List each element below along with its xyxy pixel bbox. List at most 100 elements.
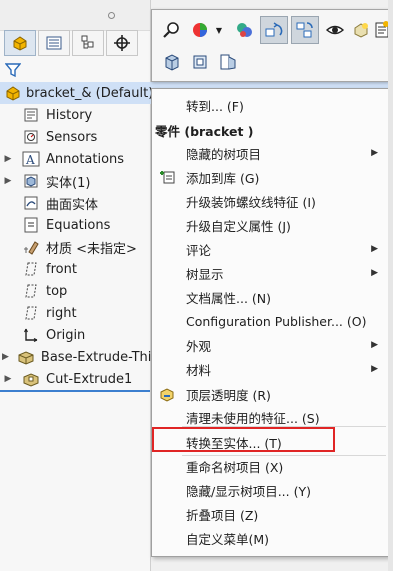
rollback-button[interactable] [260,16,288,44]
part-icon [6,86,20,101]
menu-item-label: Configuration Publisher... (O) [186,313,367,329]
tree-item[interactable]: Origin [0,324,150,346]
tree-item[interactable]: front [0,258,150,280]
tree-item[interactable]: ▶ Cut-Extrude1 [0,368,150,390]
menu-item[interactable]: 外观 ▶ [152,333,388,357]
tree-item[interactable]: right [0,302,150,324]
menu-item[interactable]: 升级装饰螺纹线特征 (I) [152,189,388,213]
tree-item-label: Sensors [46,129,98,145]
menu-item[interactable]: 自定义菜单(M) [152,526,388,550]
section-view-icon [193,55,207,69]
menu-item-label: 自定义菜单(M) [186,531,270,547]
solid-block-icon [165,54,179,71]
submenu-arrow-icon: ▶ [371,340,378,350]
transparency-icon [354,23,368,38]
tree-item[interactable]: ▶ 实体(1) [0,170,150,192]
menu-item-label: 添加到库 (G) [186,170,260,186]
flatten-tree-button[interactable] [291,16,319,44]
tab-configuration-manager[interactable] [72,30,104,56]
menu-item-label: 折叠项目 (Z) [186,507,259,523]
menu-item[interactable]: 隐藏的树项目 ▶ [152,141,388,165]
configuration-icon [81,35,94,49]
plane-icon [22,283,40,299]
dropdown-arrow-icon: ▼ [215,25,223,35]
tree-item-label: History [46,107,93,123]
top-level-transparency-icon [158,386,176,402]
expand-arrow-icon[interactable]: ▶ [2,374,14,384]
tree-item-label: 曲面实体 [46,197,99,213]
sensor-icon [22,129,40,145]
tree-item-label: front [46,261,77,277]
tree-root-label: bracket_& (Default) < [26,85,169,101]
submenu-arrow-icon: ▶ [371,268,378,278]
tree-item[interactable]: ▶ Base-Extrude-Thin [0,346,160,368]
section-view-button[interactable] [188,50,212,74]
solid-bodies-icon [22,173,40,189]
expand-arrow-icon[interactable]: ▶ [2,176,14,186]
hide-show-button[interactable] [323,18,347,42]
menu-item[interactable]: 升级自定义属性 (J) [152,213,388,237]
tree-item[interactable]: 材质 <未指定> [0,236,150,258]
tab-dimxpert[interactable] [106,30,138,56]
appearance-button[interactable] [188,18,212,42]
history-icon [22,107,40,123]
expand-arrow-icon[interactable]: ▶ [2,154,14,164]
plane-icon [22,261,40,277]
menu-item[interactable]: 树显示 ▶ [152,261,388,285]
material-icon [22,239,40,255]
tree-bottom-line [0,390,150,392]
right-edge-strip [388,0,393,571]
tree-item-label: 实体(1) [46,175,91,191]
context-menu: 转到... (F) 零件 (bracket ) 隐藏的树项目 ▶ 添加到库 (G) 升… [151,88,389,557]
add-to-library-icon [158,169,176,185]
annotations-icon: A [22,151,40,167]
edit-scene-button[interactable] [232,18,256,42]
menu-item[interactable]: 评论 ▶ [152,237,388,261]
tree-item-label: top [46,283,68,299]
convert-solid-button[interactable] [160,50,184,74]
menu-header-part: 零件 (bracket ) [152,118,388,142]
menu-item[interactable]: 文档属性... (N) [152,285,388,309]
menu-item-label: 隐藏的树项目 [186,146,262,162]
tree-item[interactable]: 曲面实体 [0,192,150,214]
plane-icon [22,305,40,321]
zoom-to-selection-button[interactable] [160,18,184,42]
appearance-dropdown[interactable]: ▼ [212,18,226,42]
tab-property-manager[interactable] [38,30,70,56]
tree-item-label: 材质 <未指定> [46,241,137,257]
menu-item-label: 重命名树项目 (X) [186,459,284,475]
surface-bodies-icon [22,195,40,211]
display-pane-button[interactable] [216,50,240,74]
display-pane-icon [220,54,236,70]
menu-item[interactable]: 添加到库 (G) [152,165,388,189]
menu-item-label: 文档属性... (N) [186,290,271,306]
tree-item-label: Base-Extrude-Thin [40,349,160,365]
menu-item[interactable]: 顶层透明度 (R) [152,382,388,406]
extrude-icon [17,349,35,365]
tab-feature-manager[interactable] [4,30,36,56]
menu-item[interactable]: 材料 ▶ [152,357,388,381]
expand-arrow-icon[interactable]: ▶ [2,352,9,362]
tree-item[interactable]: top [0,280,150,302]
filter-icon[interactable] [5,62,21,78]
menu-item[interactable]: 隐藏/显示树项目... (Y) [152,478,388,502]
tree-item[interactable]: History [0,104,150,126]
tree-item[interactable]: Sensors [0,126,150,148]
submenu-arrow-icon: ▶ [371,148,378,158]
menu-item[interactable]: 折叠项目 (Z) [152,502,388,526]
menu-item[interactable]: 重命名树项目 (X) [152,454,388,478]
menu-item[interactable]: Configuration Publisher... (O) [152,309,388,333]
highlight-annotation [152,427,335,452]
tree-item[interactable]: Equations [0,214,150,236]
tree-item-label: Equations [46,217,111,233]
tree-item-label: Cut-Extrude1 [46,371,133,387]
menu-item-label: 升级自定义属性 (J) [186,218,291,234]
menu-item-label: 转到... (F) [186,98,244,114]
menu-item-goto[interactable]: 转到... (F) [152,93,388,117]
crosshair-icon [114,35,130,51]
magnifier-icon [163,22,179,38]
submenu-arrow-icon: ▶ [371,364,378,374]
menu-separator [182,455,386,456]
tree-item[interactable]: ▶ A Annotations [0,148,150,170]
submenu-arrow-icon: ▶ [371,244,378,254]
